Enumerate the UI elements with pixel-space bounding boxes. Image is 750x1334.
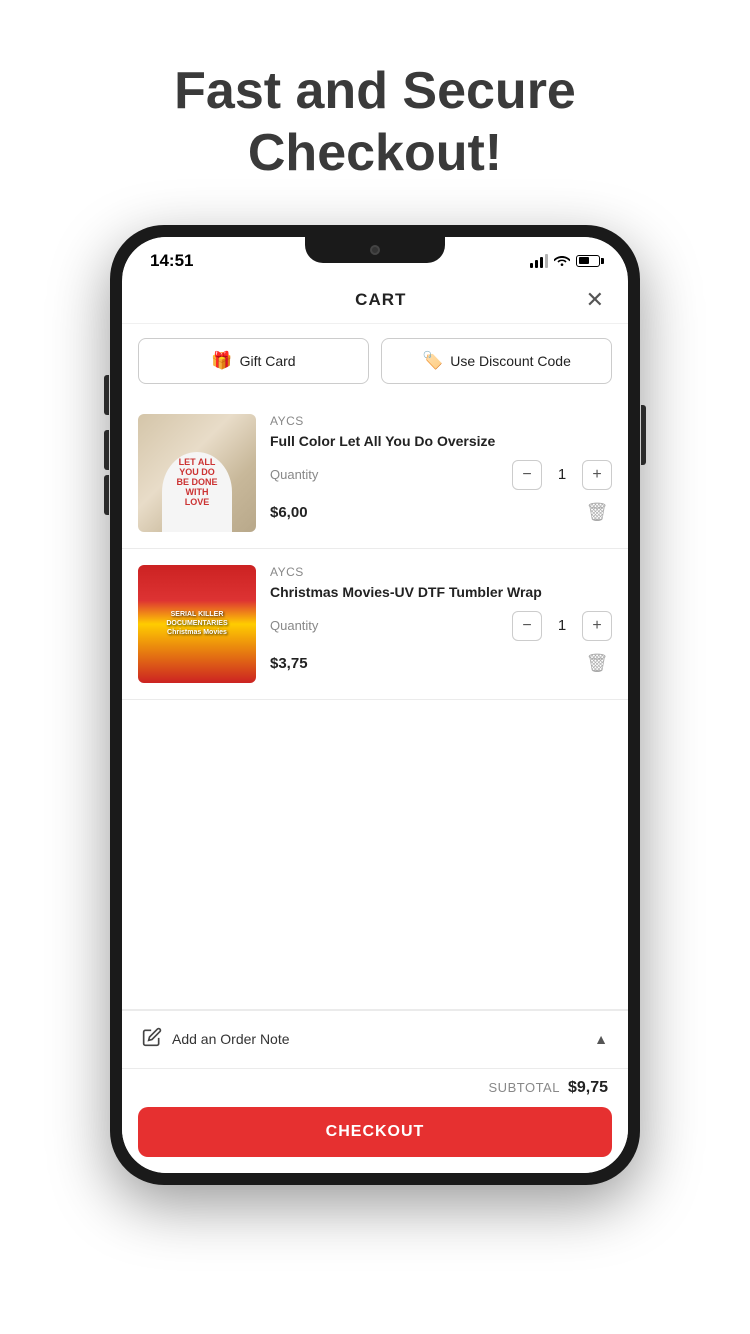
item-1-quantity-row: Quantity − 1 + bbox=[270, 460, 612, 490]
item-1-decrease-button[interactable]: − bbox=[512, 460, 542, 490]
hero-title: Fast and Secure Checkout! bbox=[95, 60, 655, 185]
gift-card-button[interactable]: 🎁 Gift Card bbox=[138, 338, 369, 384]
cart-items-list: LET ALLYOU DOBE DONEWITHLOVE AYCS Full C… bbox=[122, 398, 628, 1009]
battery-icon bbox=[576, 255, 600, 267]
trash-icon: 🗑 bbox=[586, 502, 609, 523]
item-2-decrease-button[interactable]: − bbox=[512, 611, 542, 641]
order-note-left: Add an Order Note bbox=[142, 1027, 290, 1052]
item-1-details: AYCS Full Color Let All You Do Oversize … bbox=[270, 414, 612, 532]
item-image-1: LET ALLYOU DOBE DONEWITHLOVE bbox=[138, 414, 256, 532]
item-2-name: Christmas Movies-UV DTF Tumbler Wrap bbox=[270, 583, 612, 601]
item-1-brand: AYCS bbox=[270, 414, 612, 428]
spacer bbox=[122, 700, 628, 820]
phone-frame: 14:51 CART bbox=[110, 225, 640, 1185]
item-2-quantity-row: Quantity − 1 + bbox=[270, 611, 612, 641]
table-row: LET ALLYOU DOBE DONEWITHLOVE AYCS Full C… bbox=[122, 398, 628, 549]
notch-camera bbox=[370, 245, 380, 255]
discount-code-button[interactable]: 🏷️ Use Discount Code bbox=[381, 338, 612, 384]
item-2-price: $3,75 bbox=[270, 655, 308, 672]
close-button[interactable]: ✕ bbox=[586, 289, 604, 311]
table-row: SERIAL KILLERDOCUMENTARIESChristmas Movi… bbox=[122, 549, 628, 700]
item-2-quantity-label: Quantity bbox=[270, 618, 318, 633]
phone-notch bbox=[305, 237, 445, 263]
item-2-delete-button[interactable]: 🗑 bbox=[582, 649, 612, 679]
cart-title: CART bbox=[176, 290, 586, 310]
item-1-quantity-label: Quantity bbox=[270, 467, 318, 482]
item-image-2-text: SERIAL KILLERDOCUMENTARIESChristmas Movi… bbox=[162, 606, 231, 641]
item-2-increase-button[interactable]: + bbox=[582, 611, 612, 641]
item-2-bottom: $3,75 🗑 bbox=[270, 649, 612, 679]
cart-footer: Add an Order Note ▲ SUBTOTAL $9,75 CHECK… bbox=[122, 1009, 628, 1173]
wifi-icon bbox=[554, 253, 570, 269]
order-note-section[interactable]: Add an Order Note ▲ bbox=[122, 1010, 628, 1068]
phone-body: 14:51 CART bbox=[110, 225, 640, 1185]
item-1-bottom: $6,00 🗑 bbox=[270, 498, 612, 528]
discount-code-label: Use Discount Code bbox=[450, 353, 571, 369]
item-image-2: SERIAL KILLERDOCUMENTARIESChristmas Movi… bbox=[138, 565, 256, 683]
chevron-up-icon: ▲ bbox=[594, 1031, 608, 1047]
order-note-label: Add an Order Note bbox=[172, 1031, 290, 1047]
status-icons bbox=[530, 253, 600, 269]
gift-icon: 🎁 bbox=[211, 351, 232, 371]
item-2-details: AYCS Christmas Movies-UV DTF Tumbler Wra… bbox=[270, 565, 612, 683]
item-1-price: $6,00 bbox=[270, 504, 308, 521]
item-2-quantity-controls: − 1 + bbox=[512, 611, 612, 641]
trash-icon-2: 🗑 bbox=[586, 653, 609, 674]
discount-icon: 🏷️ bbox=[422, 351, 443, 371]
item-1-delete-button[interactable]: 🗑 bbox=[582, 498, 612, 528]
item-2-brand: AYCS bbox=[270, 565, 612, 579]
cart-header: CART ✕ bbox=[122, 275, 628, 324]
item-2-quantity-value: 1 bbox=[552, 617, 572, 634]
signal-icon bbox=[530, 254, 548, 268]
subtotal-label: SUBTOTAL bbox=[489, 1080, 560, 1095]
gift-card-label: Gift Card bbox=[240, 353, 296, 369]
status-time: 14:51 bbox=[150, 251, 193, 271]
item-1-increase-button[interactable]: + bbox=[582, 460, 612, 490]
note-icon bbox=[142, 1027, 162, 1052]
subtotal-value: $9,75 bbox=[568, 1079, 608, 1097]
phone-screen: 14:51 CART bbox=[122, 237, 628, 1173]
item-1-quantity-value: 1 bbox=[552, 466, 572, 483]
item-1-name: Full Color Let All You Do Oversize bbox=[270, 432, 612, 450]
item-image-1-text: LET ALLYOU DOBE DONEWITHLOVE bbox=[176, 458, 217, 507]
item-1-quantity-controls: − 1 + bbox=[512, 460, 612, 490]
action-buttons-row: 🎁 Gift Card 🏷️ Use Discount Code bbox=[122, 324, 628, 398]
checkout-button[interactable]: CHECKOUT bbox=[138, 1107, 612, 1157]
subtotal-row: SUBTOTAL $9,75 bbox=[122, 1068, 628, 1107]
